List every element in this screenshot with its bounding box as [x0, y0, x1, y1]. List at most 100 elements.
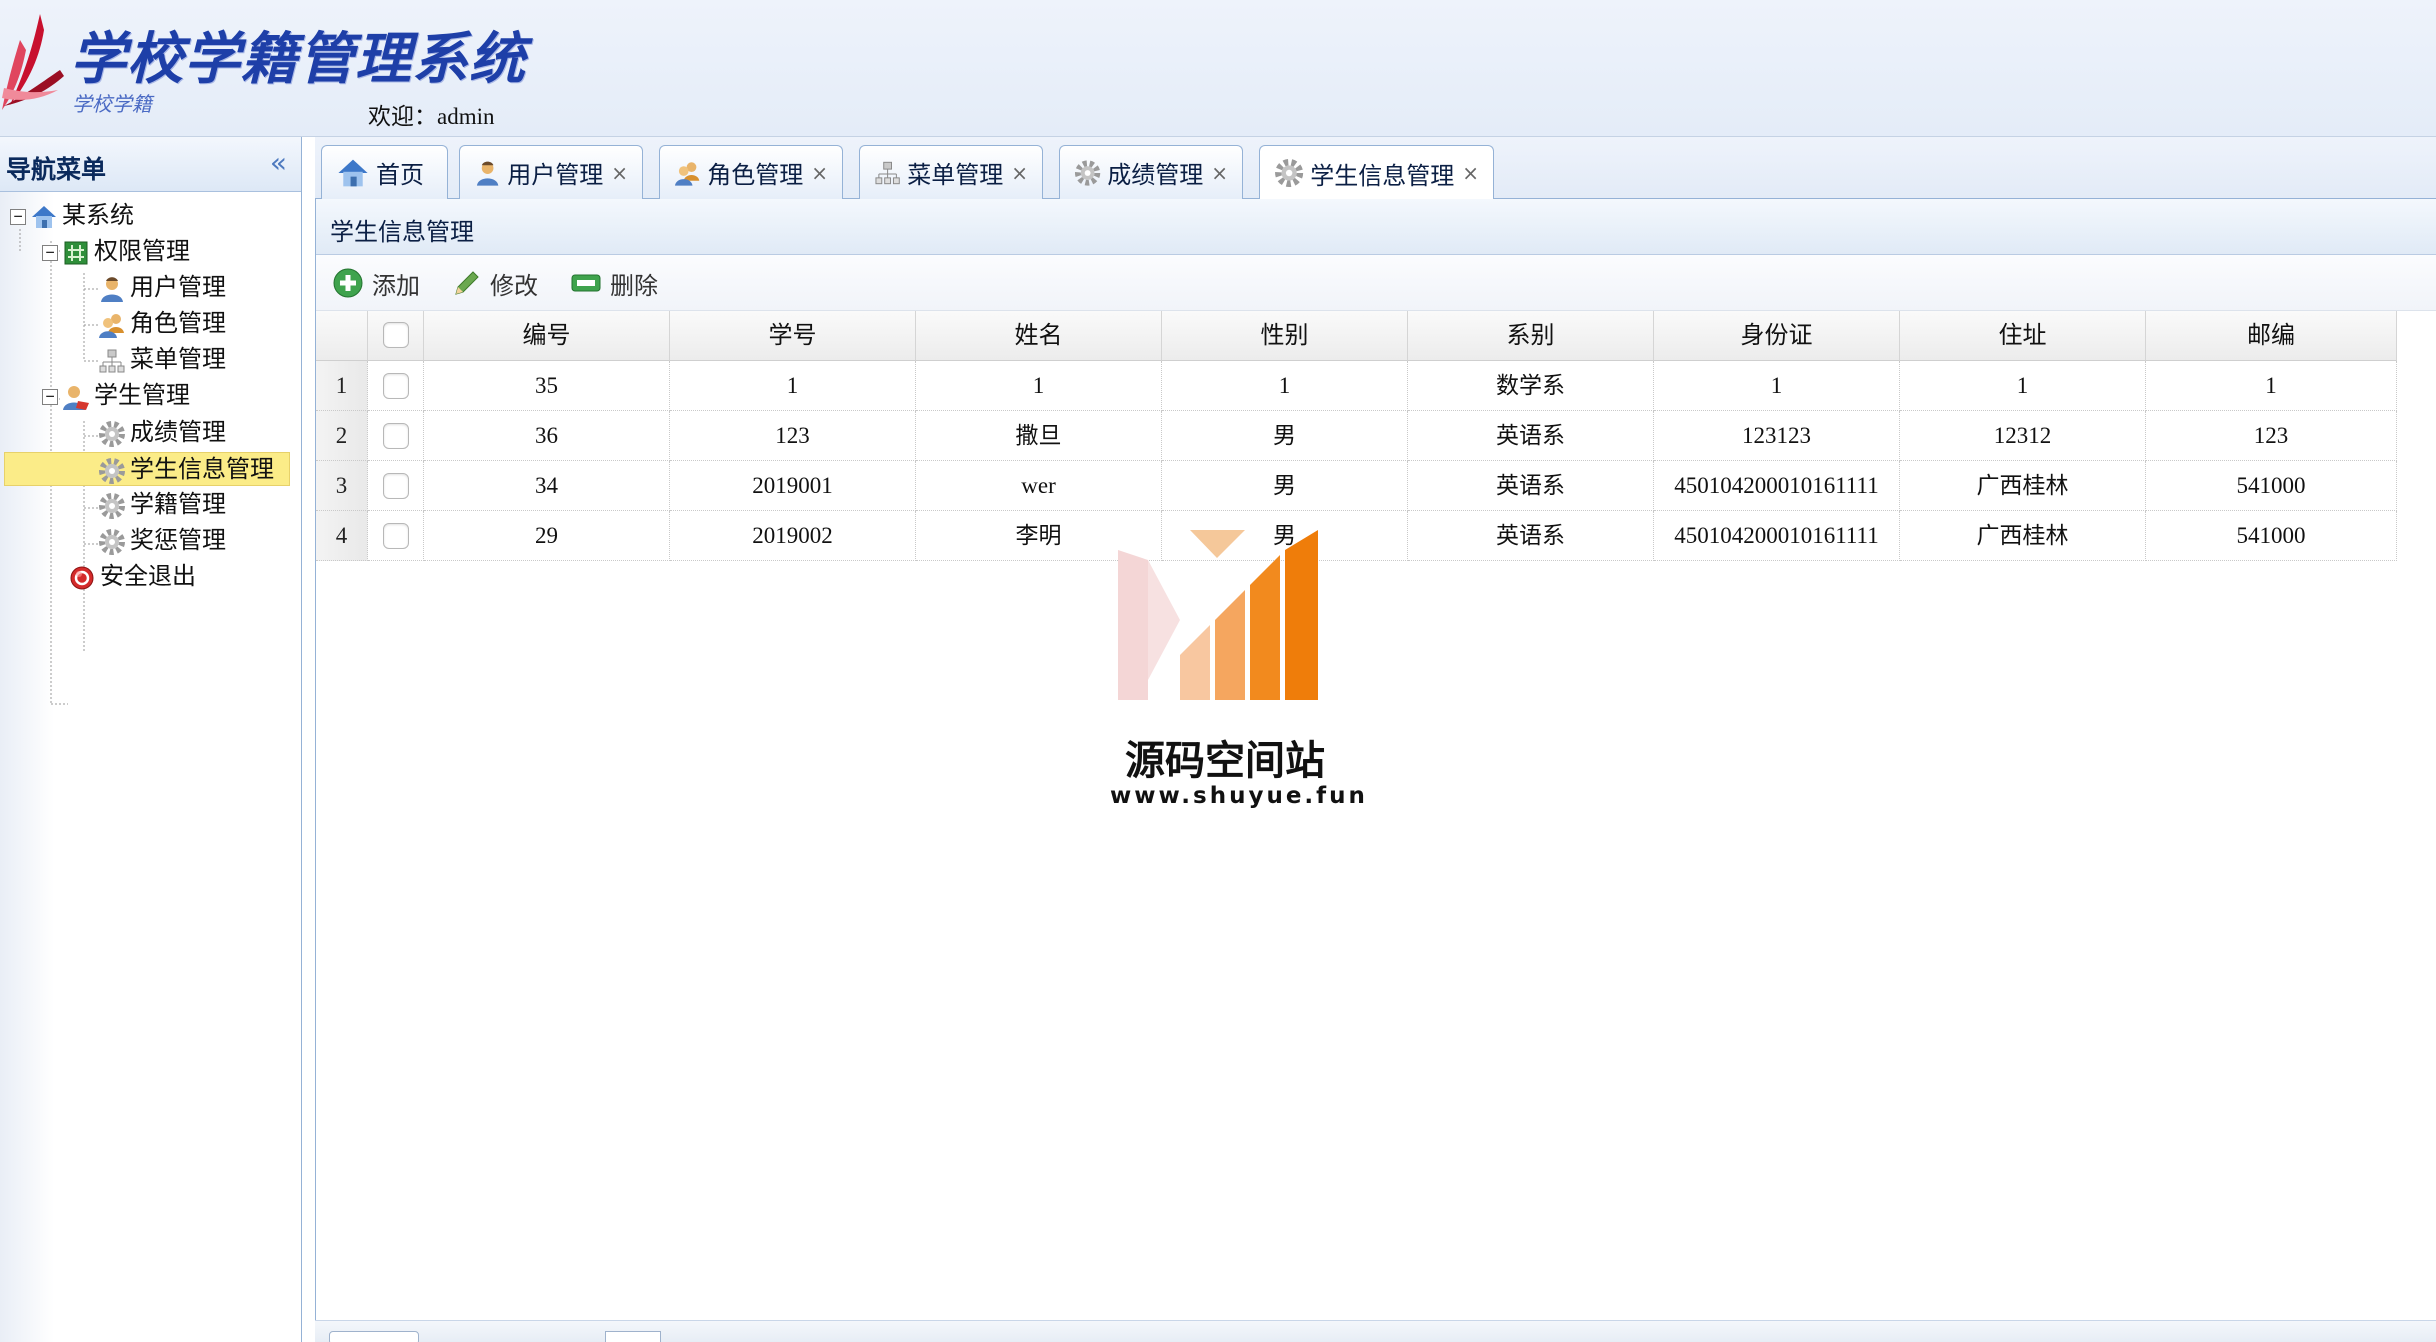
sitemap-icon	[875, 161, 900, 184]
tree-item-label: 权限管理	[94, 239, 190, 265]
table-row[interactable]: 3 34 2019001 wer 男 英语系 45010420001016111…	[316, 461, 2402, 511]
cell-student-no: 1	[670, 361, 916, 411]
tree-item-role[interactable]: 角色管理	[98, 307, 226, 341]
gear-icon	[99, 421, 125, 448]
page-number-input[interactable]	[605, 1331, 661, 1342]
tree-item-label: 菜单管理	[130, 347, 226, 373]
gear-icon	[1074, 159, 1101, 186]
users-icon	[99, 314, 124, 339]
column-header-id[interactable]: 编号	[424, 311, 670, 361]
home-icon	[338, 159, 368, 186]
tree-item-system[interactable]: − 某系统	[10, 199, 134, 233]
tree-item-user[interactable]: 用户管理	[98, 271, 226, 305]
collapse-toggle-icon[interactable]: −	[42, 389, 58, 406]
tab-home[interactable]: 首页	[321, 145, 448, 199]
collapse-toggle-icon[interactable]: −	[42, 245, 58, 262]
collapse-icon[interactable]: «	[270, 149, 287, 177]
row-checkbox[interactable]	[382, 522, 409, 549]
row-select-cell	[368, 361, 424, 411]
close-icon[interactable]: ×	[811, 161, 828, 185]
panel-header: 学生信息管理	[316, 199, 2436, 255]
close-icon[interactable]: ×	[1011, 161, 1028, 185]
column-header-address[interactable]: 住址	[1900, 311, 2146, 361]
cell-address: 12312	[1900, 411, 2146, 461]
grid-icon	[64, 241, 88, 265]
nav-header: 导航菜单 «	[0, 137, 301, 192]
cell-gender: 男	[1162, 461, 1408, 511]
tree-item-enrollment[interactable]: 学籍管理	[98, 488, 226, 522]
add-button[interactable]: 添加	[332, 265, 420, 301]
tree-item-logout[interactable]: 安全退出	[68, 560, 196, 594]
column-header-postcode[interactable]: 邮编	[2146, 311, 2397, 361]
collapse-toggle-icon[interactable]: −	[10, 209, 26, 226]
tree-item-rewards[interactable]: 奖惩管理	[98, 524, 226, 558]
nav-title: 导航菜单	[6, 157, 107, 184]
pagination-bar	[315, 1320, 2436, 1342]
app-header: 学校学籍管理系统 学校学籍 欢迎：admin	[0, 0, 2436, 137]
gear-icon	[99, 493, 125, 520]
tab-label: 菜单管理	[907, 163, 1004, 189]
user-icon	[476, 161, 499, 186]
row-number-header	[316, 311, 368, 361]
cell-id: 36	[424, 411, 670, 461]
delete-button[interactable]: 删除	[570, 265, 658, 301]
cell-name: 撒旦	[916, 411, 1162, 461]
student-icon	[63, 386, 89, 411]
panel-title: 学生信息管理	[330, 220, 474, 246]
cell-postcode: 541000	[2146, 511, 2397, 561]
table-row[interactable]: 1 35 1 1 1 数学系 1 1 1	[316, 361, 2402, 411]
tab-role-management[interactable]: 角色管理 ×	[659, 145, 843, 199]
gear-icon	[99, 529, 125, 556]
tab-student-info-management[interactable]: 学生信息管理 ×	[1259, 145, 1494, 200]
column-header-id-card[interactable]: 身份证	[1654, 311, 1900, 361]
cell-student-no: 2019001	[670, 461, 916, 511]
column-header-department[interactable]: 系别	[1408, 311, 1654, 361]
row-checkbox[interactable]	[382, 372, 409, 399]
page-size-select[interactable]	[329, 1331, 419, 1342]
remove-icon	[571, 274, 601, 292]
tree-item-student-info[interactable]: 学生信息管理	[4, 452, 290, 486]
cell-id-card: 450104200010161111	[1654, 461, 1900, 511]
tab-label: 首页	[376, 163, 424, 189]
close-icon[interactable]: ×	[1462, 161, 1479, 185]
edit-button[interactable]: 修改	[452, 265, 538, 301]
close-icon[interactable]: ×	[611, 161, 628, 185]
edit-label: 修改	[490, 273, 538, 300]
cell-id-card: 123123	[1654, 411, 1900, 461]
tree-item-permission[interactable]: − 权限管理	[42, 235, 190, 269]
table-row[interactable]: 4 29 2019002 李明 男 英语系 450104200010161111…	[316, 511, 2402, 561]
column-header-gender[interactable]: 性别	[1162, 311, 1408, 361]
row-select-cell	[368, 411, 424, 461]
select-all-cell	[368, 311, 424, 361]
row-select-cell	[368, 461, 424, 511]
tree-item-label: 奖惩管理	[130, 528, 226, 554]
tree-item-label: 学生信息管理	[130, 457, 274, 483]
column-header-name[interactable]: 姓名	[916, 311, 1162, 361]
tab-grades-management[interactable]: 成绩管理 ×	[1059, 145, 1243, 199]
cell-student-no: 2019002	[670, 511, 916, 561]
tree-item-label: 学生管理	[94, 383, 190, 409]
column-header-student-no[interactable]: 学号	[670, 311, 916, 361]
cell-department: 英语系	[1408, 411, 1654, 461]
tree-item-menu[interactable]: 菜单管理	[98, 343, 226, 377]
tree-item-label: 成绩管理	[130, 420, 226, 446]
tab-bar: 首页 用户管理 × 角色管理 × 菜单管理 × 成绩管理 × 学生信息管理 ×	[315, 137, 2436, 200]
close-icon[interactable]: ×	[1211, 161, 1228, 185]
tree-item-grades[interactable]: 成绩管理	[98, 416, 226, 450]
cell-id: 34	[424, 461, 670, 511]
row-number: 3	[316, 461, 368, 511]
home-icon	[32, 206, 56, 229]
tab-menu-management[interactable]: 菜单管理 ×	[859, 145, 1043, 199]
row-checkbox[interactable]	[382, 422, 409, 449]
cell-id-card: 1	[1654, 361, 1900, 411]
cell-address: 1	[1900, 361, 2146, 411]
tree-item-student[interactable]: − 学生管理	[42, 379, 190, 413]
select-all-checkbox[interactable]	[382, 322, 409, 349]
row-checkbox[interactable]	[382, 472, 409, 499]
tab-user-management[interactable]: 用户管理 ×	[459, 145, 643, 199]
tab-label: 角色管理	[707, 163, 804, 189]
tab-label: 用户管理	[507, 163, 604, 189]
power-icon	[70, 566, 94, 590]
toolbar: 添加 修改 删除	[316, 255, 2436, 311]
table-row[interactable]: 2 36 123 撒旦 男 英语系 123123 12312 123	[316, 411, 2402, 461]
